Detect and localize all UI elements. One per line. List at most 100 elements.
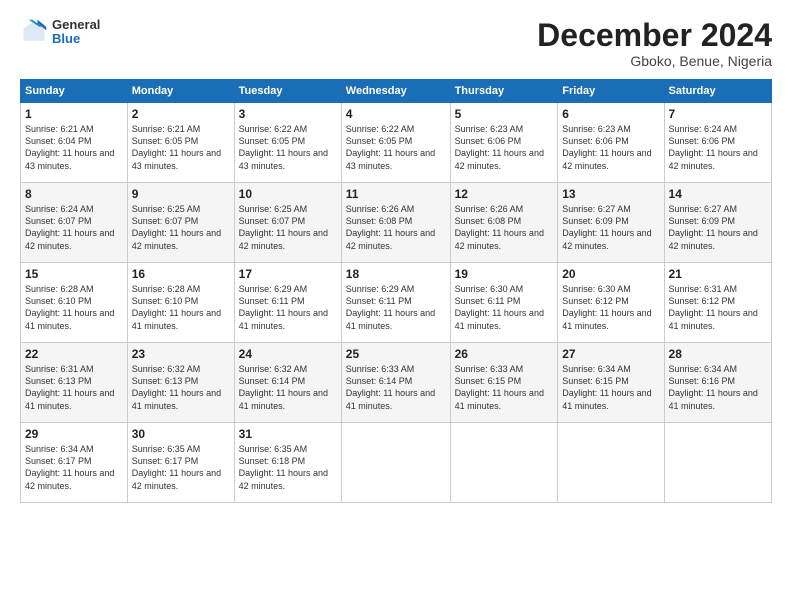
day-detail: Sunrise: 6:35 AMSunset: 6:17 PMDaylight:… — [132, 444, 221, 490]
calendar-cell: 13 Sunrise: 6:27 AMSunset: 6:09 PMDaylig… — [558, 183, 664, 263]
day-detail: Sunrise: 6:29 AMSunset: 6:11 PMDaylight:… — [239, 284, 328, 330]
calendar-cell: 24 Sunrise: 6:32 AMSunset: 6:14 PMDaylig… — [234, 343, 341, 423]
day-number: 8 — [25, 187, 123, 201]
col-friday: Friday — [558, 80, 664, 103]
calendar-cell: 9 Sunrise: 6:25 AMSunset: 6:07 PMDayligh… — [127, 183, 234, 263]
day-detail: Sunrise: 6:23 AMSunset: 6:06 PMDaylight:… — [455, 124, 544, 170]
logo-blue-text: Blue — [52, 32, 100, 46]
day-number: 28 — [669, 347, 767, 361]
day-detail: Sunrise: 6:22 AMSunset: 6:05 PMDaylight:… — [346, 124, 435, 170]
calendar-cell: 11 Sunrise: 6:26 AMSunset: 6:08 PMDaylig… — [341, 183, 450, 263]
calendar-week-2: 8 Sunrise: 6:24 AMSunset: 6:07 PMDayligh… — [21, 183, 772, 263]
page: General Blue December 2024 Gboko, Benue,… — [0, 0, 792, 612]
day-number: 27 — [562, 347, 659, 361]
day-number: 26 — [455, 347, 554, 361]
calendar-week-1: 1 Sunrise: 6:21 AMSunset: 6:04 PMDayligh… — [21, 103, 772, 183]
day-detail: Sunrise: 6:34 AMSunset: 6:16 PMDaylight:… — [669, 364, 758, 410]
calendar-cell: 1 Sunrise: 6:21 AMSunset: 6:04 PMDayligh… — [21, 103, 128, 183]
day-detail: Sunrise: 6:32 AMSunset: 6:14 PMDaylight:… — [239, 364, 328, 410]
day-detail: Sunrise: 6:27 AMSunset: 6:09 PMDaylight:… — [669, 204, 758, 250]
day-detail: Sunrise: 6:26 AMSunset: 6:08 PMDaylight:… — [346, 204, 435, 250]
month-title: December 2024 — [537, 18, 772, 53]
day-detail: Sunrise: 6:24 AMSunset: 6:07 PMDaylight:… — [25, 204, 114, 250]
logo-text: General Blue — [52, 18, 100, 47]
day-detail: Sunrise: 6:27 AMSunset: 6:09 PMDaylight:… — [562, 204, 651, 250]
day-number: 21 — [669, 267, 767, 281]
calendar-cell — [341, 423, 450, 503]
col-wednesday: Wednesday — [341, 80, 450, 103]
day-number: 19 — [455, 267, 554, 281]
day-number: 20 — [562, 267, 659, 281]
calendar-cell: 18 Sunrise: 6:29 AMSunset: 6:11 PMDaylig… — [341, 263, 450, 343]
location: Gboko, Benue, Nigeria — [537, 53, 772, 69]
day-number: 18 — [346, 267, 446, 281]
day-detail: Sunrise: 6:25 AMSunset: 6:07 PMDaylight:… — [132, 204, 221, 250]
calendar-cell: 16 Sunrise: 6:28 AMSunset: 6:10 PMDaylig… — [127, 263, 234, 343]
day-detail: Sunrise: 6:32 AMSunset: 6:13 PMDaylight:… — [132, 364, 221, 410]
day-number: 15 — [25, 267, 123, 281]
day-number: 16 — [132, 267, 230, 281]
day-detail: Sunrise: 6:31 AMSunset: 6:13 PMDaylight:… — [25, 364, 114, 410]
day-detail: Sunrise: 6:21 AMSunset: 6:04 PMDaylight:… — [25, 124, 114, 170]
day-detail: Sunrise: 6:35 AMSunset: 6:18 PMDaylight:… — [239, 444, 328, 490]
day-number: 29 — [25, 427, 123, 441]
calendar-cell: 26 Sunrise: 6:33 AMSunset: 6:15 PMDaylig… — [450, 343, 558, 423]
day-detail: Sunrise: 6:29 AMSunset: 6:11 PMDaylight:… — [346, 284, 435, 330]
day-number: 30 — [132, 427, 230, 441]
day-number: 12 — [455, 187, 554, 201]
calendar-cell: 23 Sunrise: 6:32 AMSunset: 6:13 PMDaylig… — [127, 343, 234, 423]
day-number: 31 — [239, 427, 337, 441]
calendar-cell: 8 Sunrise: 6:24 AMSunset: 6:07 PMDayligh… — [21, 183, 128, 263]
day-number: 14 — [669, 187, 767, 201]
calendar-cell: 2 Sunrise: 6:21 AMSunset: 6:05 PMDayligh… — [127, 103, 234, 183]
calendar-week-4: 22 Sunrise: 6:31 AMSunset: 6:13 PMDaylig… — [21, 343, 772, 423]
calendar-cell: 19 Sunrise: 6:30 AMSunset: 6:11 PMDaylig… — [450, 263, 558, 343]
calendar-cell: 21 Sunrise: 6:31 AMSunset: 6:12 PMDaylig… — [664, 263, 771, 343]
calendar-cell: 5 Sunrise: 6:23 AMSunset: 6:06 PMDayligh… — [450, 103, 558, 183]
calendar-cell: 14 Sunrise: 6:27 AMSunset: 6:09 PMDaylig… — [664, 183, 771, 263]
day-detail: Sunrise: 6:28 AMSunset: 6:10 PMDaylight:… — [132, 284, 221, 330]
day-number: 11 — [346, 187, 446, 201]
day-detail: Sunrise: 6:28 AMSunset: 6:10 PMDaylight:… — [25, 284, 114, 330]
day-number: 25 — [346, 347, 446, 361]
day-detail: Sunrise: 6:33 AMSunset: 6:15 PMDaylight:… — [455, 364, 544, 410]
calendar-week-3: 15 Sunrise: 6:28 AMSunset: 6:10 PMDaylig… — [21, 263, 772, 343]
col-sunday: Sunday — [21, 80, 128, 103]
calendar-cell: 31 Sunrise: 6:35 AMSunset: 6:18 PMDaylig… — [234, 423, 341, 503]
logo-general-text: General — [52, 18, 100, 32]
day-detail: Sunrise: 6:30 AMSunset: 6:11 PMDaylight:… — [455, 284, 544, 330]
calendar-cell: 20 Sunrise: 6:30 AMSunset: 6:12 PMDaylig… — [558, 263, 664, 343]
title-block: December 2024 Gboko, Benue, Nigeria — [537, 18, 772, 69]
calendar-header-row: Sunday Monday Tuesday Wednesday Thursday… — [21, 80, 772, 103]
col-monday: Monday — [127, 80, 234, 103]
calendar-cell: 4 Sunrise: 6:22 AMSunset: 6:05 PMDayligh… — [341, 103, 450, 183]
day-detail: Sunrise: 6:34 AMSunset: 6:15 PMDaylight:… — [562, 364, 651, 410]
calendar-cell — [664, 423, 771, 503]
calendar-cell: 17 Sunrise: 6:29 AMSunset: 6:11 PMDaylig… — [234, 263, 341, 343]
day-number: 24 — [239, 347, 337, 361]
logo-icon — [20, 18, 48, 46]
calendar-cell: 12 Sunrise: 6:26 AMSunset: 6:08 PMDaylig… — [450, 183, 558, 263]
day-number: 7 — [669, 107, 767, 121]
header: General Blue December 2024 Gboko, Benue,… — [20, 18, 772, 69]
calendar-week-5: 29 Sunrise: 6:34 AMSunset: 6:17 PMDaylig… — [21, 423, 772, 503]
day-number: 10 — [239, 187, 337, 201]
calendar-cell: 25 Sunrise: 6:33 AMSunset: 6:14 PMDaylig… — [341, 343, 450, 423]
day-detail: Sunrise: 6:25 AMSunset: 6:07 PMDaylight:… — [239, 204, 328, 250]
day-number: 5 — [455, 107, 554, 121]
day-number: 13 — [562, 187, 659, 201]
day-detail: Sunrise: 6:21 AMSunset: 6:05 PMDaylight:… — [132, 124, 221, 170]
day-number: 1 — [25, 107, 123, 121]
calendar-cell — [558, 423, 664, 503]
day-number: 3 — [239, 107, 337, 121]
calendar-cell: 10 Sunrise: 6:25 AMSunset: 6:07 PMDaylig… — [234, 183, 341, 263]
day-number: 2 — [132, 107, 230, 121]
col-tuesday: Tuesday — [234, 80, 341, 103]
day-detail: Sunrise: 6:31 AMSunset: 6:12 PMDaylight:… — [669, 284, 758, 330]
col-saturday: Saturday — [664, 80, 771, 103]
day-number: 22 — [25, 347, 123, 361]
day-detail: Sunrise: 6:26 AMSunset: 6:08 PMDaylight:… — [455, 204, 544, 250]
calendar-cell: 22 Sunrise: 6:31 AMSunset: 6:13 PMDaylig… — [21, 343, 128, 423]
calendar-cell — [450, 423, 558, 503]
day-number: 17 — [239, 267, 337, 281]
